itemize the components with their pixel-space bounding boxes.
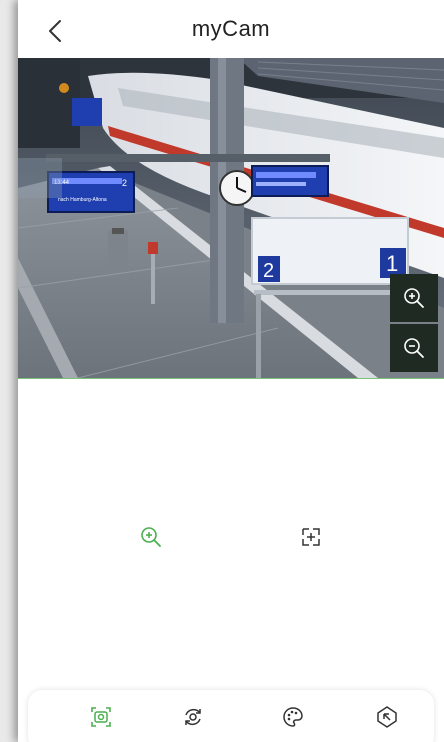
header: myCam (18, 0, 444, 58)
focus-frame-button[interactable] (294, 520, 328, 554)
app-screen: myCam 13:44 2 nach Hamburg-Altona 2 1 (18, 0, 444, 742)
snapshot-frame-icon (91, 707, 111, 727)
zoom-out-icon (404, 338, 424, 358)
rotate-camera-button[interactable] (178, 702, 208, 732)
zoom-mode-row (18, 520, 444, 554)
platform-number-right: 1 (386, 251, 398, 276)
palette-icon (283, 707, 303, 727)
video-zoom-out-button[interactable] (390, 324, 438, 372)
color-settings-button[interactable] (278, 702, 308, 732)
platform-number-left: 2 (263, 260, 274, 282)
camera-video-feed[interactable]: 13:44 2 nach Hamburg-Altona 2 1 (18, 58, 444, 379)
zoom-mode-button[interactable] (134, 520, 168, 554)
rotate-camera-icon (185, 709, 201, 725)
page-title: myCam (191, 16, 271, 41)
bottom-toolbar (28, 690, 434, 742)
board-left-platform: 2 (122, 178, 127, 188)
snapshot-button[interactable] (86, 702, 116, 732)
zoom-in-icon (404, 288, 424, 308)
camera-frame-image: 13:44 2 nach Hamburg-Altona 2 1 (18, 58, 444, 378)
board-left-destination: nach Hamburg-Altona (58, 197, 107, 203)
zoom-in-icon (141, 527, 161, 547)
ptz-control-button[interactable] (372, 702, 402, 732)
video-zoom-in-button[interactable] (390, 274, 438, 322)
focus-frame-icon (302, 528, 320, 546)
ptz-direction-icon (377, 706, 397, 728)
